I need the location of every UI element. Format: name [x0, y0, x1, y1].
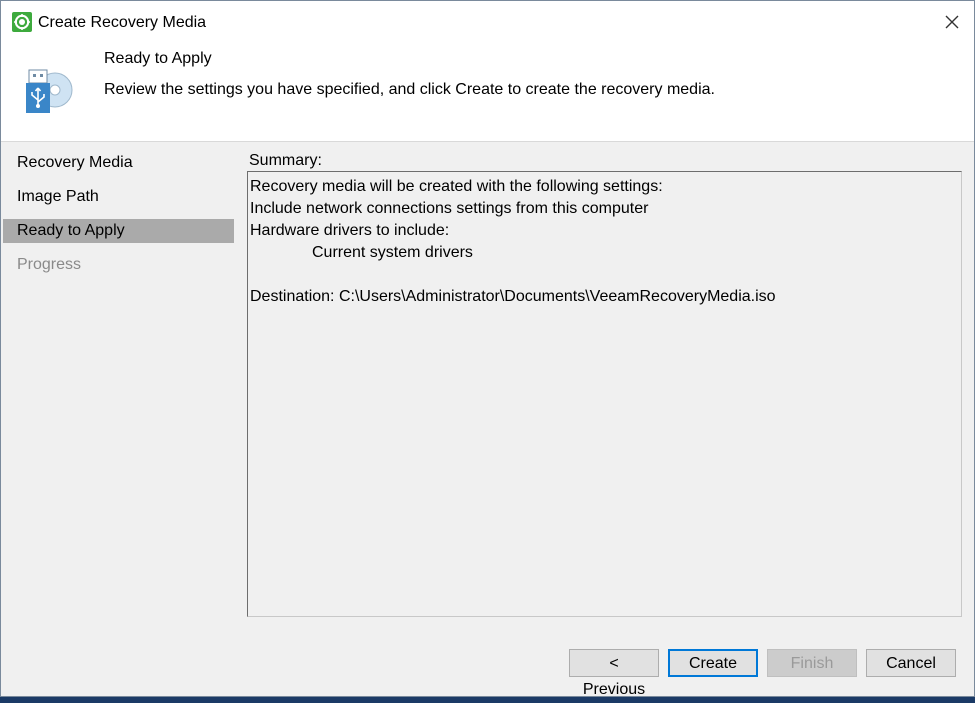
- veeam-app-icon: [12, 12, 32, 32]
- previous-button[interactable]: < Previous: [569, 649, 659, 698]
- wizard-step-nav: Recovery Media Image Path Ready to Apply…: [3, 151, 234, 287]
- summary-line: Current system drivers: [312, 244, 473, 261]
- summary-line: Recovery media will be created with the …: [250, 178, 663, 195]
- nav-item-ready-to-apply[interactable]: Ready to Apply: [3, 219, 234, 243]
- summary-label: Summary:: [249, 152, 322, 169]
- nav-item-progress: Progress: [17, 256, 82, 273]
- finish-button: Finish: [767, 649, 857, 677]
- title-bar: Create Recovery Media: [1, 1, 974, 41]
- close-icon: [945, 15, 959, 29]
- summary-text-area[interactable]: Recovery media will be created with the …: [247, 171, 962, 617]
- create-recovery-media-dialog: Create Recovery Media Ready to Apply Rev…: [0, 0, 975, 698]
- summary-line: Include network connections settings fro…: [250, 200, 649, 217]
- create-button[interactable]: Create: [668, 649, 758, 677]
- window-title: Create Recovery Media: [38, 14, 207, 31]
- cancel-button[interactable]: Cancel: [866, 649, 956, 677]
- summary-line: [250, 264, 961, 286]
- step-description: Review the settings you have specified, …: [104, 81, 715, 98]
- summary-line: Hardware drivers to include:: [250, 222, 450, 239]
- step-title: Ready to Apply: [104, 50, 212, 67]
- wizard-header: Ready to Apply Review the settings you h…: [1, 41, 974, 142]
- usb-recovery-disc-icon: [26, 69, 73, 113]
- close-button[interactable]: [931, 5, 973, 39]
- summary-line: Destination: C:\Users\Administrator\Docu…: [250, 288, 776, 305]
- nav-item-recovery-media[interactable]: Recovery Media: [3, 151, 234, 175]
- nav-item-image-path[interactable]: Image Path: [3, 185, 234, 209]
